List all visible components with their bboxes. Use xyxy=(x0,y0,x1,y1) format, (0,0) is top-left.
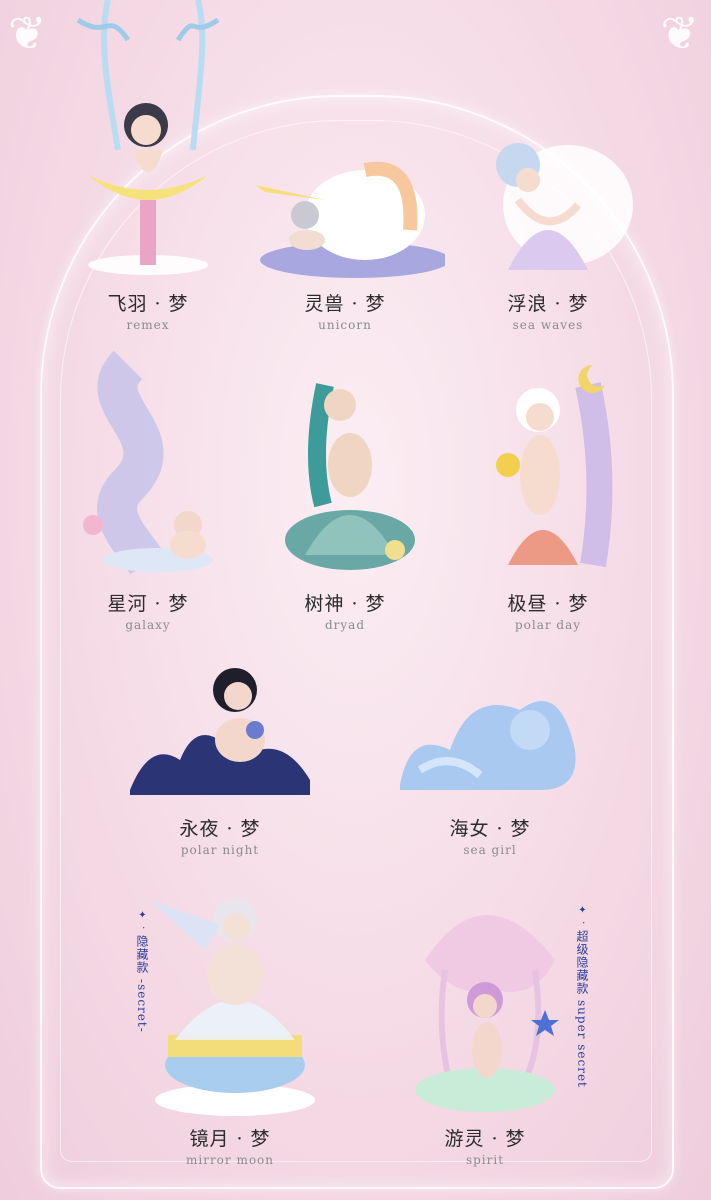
figure-name-en: spirit xyxy=(465,1153,505,1167)
figure-polar-night-image xyxy=(130,668,310,795)
figure-name-zh: 浮浪 · 梦 xyxy=(507,293,589,315)
figure-card-spirit[interactable]: 游灵 · 梦 spirit xyxy=(385,880,585,1167)
figure-name-en: polar night xyxy=(180,843,260,857)
figure-name-en: polar day xyxy=(514,618,582,632)
figure-polar-day-image xyxy=(496,364,613,568)
figure-galaxy-image xyxy=(83,350,213,576)
figure-spirit-image xyxy=(415,915,559,1112)
figure-card-polar-day[interactable]: 极昼 · 梦 polar day xyxy=(448,325,648,632)
figure-name-zh: 极昼 · 梦 xyxy=(507,593,589,615)
flourish-icon: ❦ xyxy=(660,6,699,60)
figure-name-en: galaxy xyxy=(125,618,171,632)
figure-card-polar-night[interactable]: 永夜 · 梦 polar night xyxy=(120,650,320,857)
figure-name-zh: 海女 · 梦 xyxy=(449,818,531,840)
figure-sea-girl-image xyxy=(400,701,576,790)
figure-name-en: sea girl xyxy=(463,843,517,857)
figure-unicorn-image xyxy=(255,161,450,278)
figure-name-zh: 镜月 · 梦 xyxy=(189,1128,271,1150)
figure-name-zh: 树神 · 梦 xyxy=(304,593,386,615)
figure-name-zh: 游灵 · 梦 xyxy=(444,1128,526,1150)
figure-remex-image xyxy=(76,0,220,275)
figure-mirror-moon-image xyxy=(150,898,315,1116)
figure-name-en: mirror moon xyxy=(185,1153,275,1167)
figure-card-unicorn[interactable]: 灵兽 · 梦 unicorn xyxy=(245,0,450,332)
flourish-icon: ❦ xyxy=(8,6,47,60)
figure-sea-waves-image xyxy=(496,143,633,270)
figure-name-zh: 飞羽 · 梦 xyxy=(107,293,189,315)
figure-dryad-image xyxy=(285,383,415,570)
figure-name-zh: 灵兽 · 梦 xyxy=(304,293,386,315)
figure-card-sea-girl[interactable]: 海女 · 梦 sea girl xyxy=(390,650,590,857)
figure-name-zh: 星河 · 梦 xyxy=(107,593,189,615)
figure-card-mirror-moon[interactable]: 镜月 · 梦 mirror moon xyxy=(130,880,330,1167)
figure-card-remex[interactable]: 飞羽 · 梦 remex xyxy=(48,0,248,332)
figure-card-sea-waves[interactable]: 浮浪 · 梦 sea waves xyxy=(448,0,648,332)
figure-card-galaxy[interactable]: 星河 · 梦 galaxy xyxy=(48,325,248,632)
figure-name-en: dryad xyxy=(324,618,366,632)
figure-name-zh: 永夜 · 梦 xyxy=(179,818,261,840)
figure-card-dryad[interactable]: 树神 · 梦 dryad xyxy=(245,325,445,632)
